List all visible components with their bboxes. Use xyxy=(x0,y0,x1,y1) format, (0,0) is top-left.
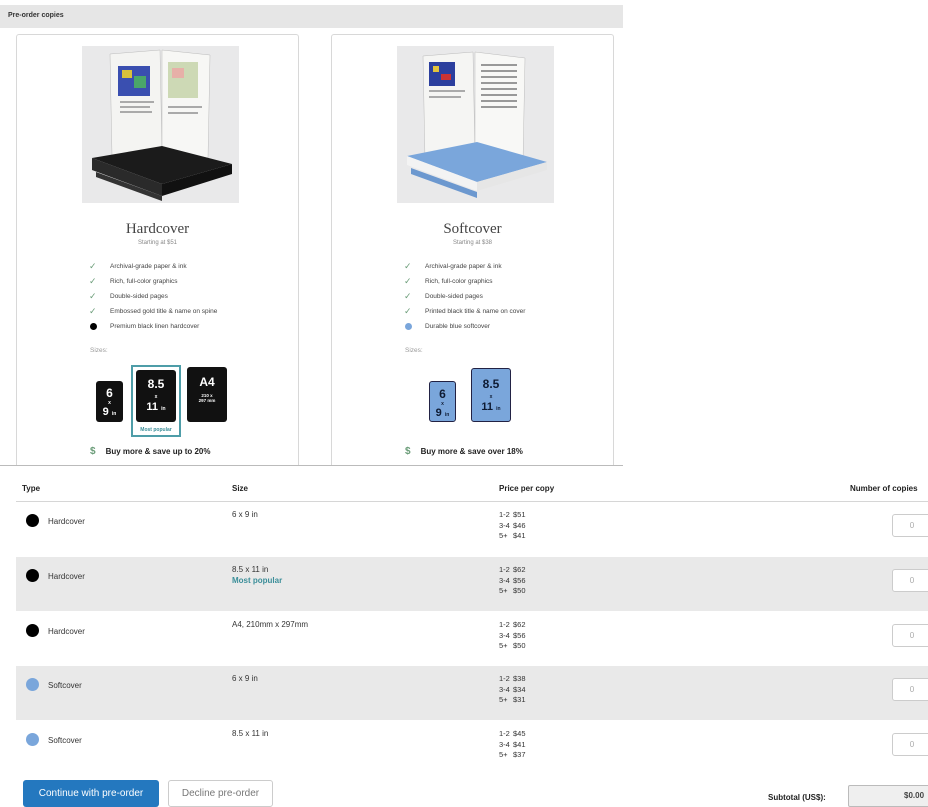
most-popular-label: Most popular xyxy=(140,427,172,433)
feature-item: ✓ Double-sided pages xyxy=(89,291,168,301)
size-8x11-most-popular: 8.5 x 11 in Most popular xyxy=(131,365,181,437)
check-icon: ✓ xyxy=(404,291,412,301)
feature-item: ✓ Embossed gold title & name on spine xyxy=(89,306,218,316)
dollar-icon: $ xyxy=(405,446,411,457)
softcover-photo xyxy=(397,46,554,203)
row-prices: 1-2 $62 3-4 $56 5+ $50 xyxy=(499,620,526,650)
row-type: Softcover xyxy=(48,736,82,745)
row-prices: 1-2 $45 3-4 $41 5+ $37 xyxy=(499,729,526,759)
check-icon: ✓ xyxy=(404,276,412,286)
check-icon: ✓ xyxy=(404,306,412,316)
table-row: Hardcover A4, 210mm x 297mm 1-2 $62 3-4 $5… xyxy=(16,612,928,666)
hardcover-dot-icon xyxy=(26,569,39,582)
hardcover-starting-price: Starting at $51 xyxy=(137,240,178,246)
feature-item: ✓ Archival-grade paper & ink xyxy=(404,261,502,271)
black-dot-icon xyxy=(90,323,97,330)
subtotal-label: Subtotal (US$): xyxy=(768,793,826,802)
check-icon: ✓ xyxy=(404,261,412,271)
row-type: Softcover xyxy=(48,681,82,690)
softcover-card: Softcover Starting at $38 ✓ Archival-grad… xyxy=(331,34,614,466)
softcover-sizes-label: Sizes: xyxy=(405,347,423,354)
section-divider xyxy=(0,465,623,466)
softcover-save-note: $ Buy more & save over 18% xyxy=(405,446,523,457)
quantity-input[interactable]: 0 xyxy=(892,624,928,647)
column-header-copies: Number of copies xyxy=(850,484,918,493)
decline-preorder-button[interactable]: Decline pre-order xyxy=(168,780,273,807)
softcover-dot-icon xyxy=(26,733,39,746)
table-row: Hardcover 8.5 x 11 in Most popular 1-2 $6… xyxy=(16,557,928,611)
hardcover-title: Hardcover xyxy=(125,221,190,237)
size-8x11-book-icon: 8.5 x 11 in xyxy=(471,368,511,422)
row-type: Hardcover xyxy=(48,627,85,636)
preorder-header: Pre-order copies xyxy=(0,5,623,28)
quantity-input[interactable]: 0 xyxy=(892,678,928,701)
continue-preorder-button[interactable]: Continue with pre-order xyxy=(23,780,159,807)
row-size: 6 x 9 in xyxy=(232,510,258,519)
size-8x11-book-icon: 8.5 x 11 in xyxy=(136,370,176,422)
softcover-title: Softcover xyxy=(443,221,502,237)
size-a4-book-icon: A4 210 x 297 mm xyxy=(187,367,227,422)
row-type: Hardcover xyxy=(48,572,85,581)
hardcover-feature-list: ✓ Archival-grade paper & ink ✓ Rich, full-… xyxy=(89,261,218,338)
feature-item: Premium black linen hardcover xyxy=(89,323,217,338)
quantity-input[interactable]: 0 xyxy=(892,514,928,537)
check-icon: ✓ xyxy=(89,276,97,286)
table-row: Softcover 8.5 x 11 in 1-2 $45 3-4 $41 5+ $3… xyxy=(16,721,928,775)
row-size: A4, 210mm x 297mm xyxy=(232,620,309,629)
quantity-input[interactable]: 0 xyxy=(892,733,928,756)
column-header-type: Type xyxy=(22,484,41,493)
feature-item: ✓ Double-sided pages xyxy=(404,291,483,301)
size-6x9-book-icon: 6 x 9 in xyxy=(96,381,123,422)
hardcover-sizes-label: Sizes: xyxy=(90,347,108,354)
feature-item: ✓ Printed black title & name on cover xyxy=(404,306,526,316)
subtotal-field: $0.00 xyxy=(848,785,928,807)
row-size: 8.5 x 11 in xyxy=(232,729,269,738)
check-icon: ✓ xyxy=(89,306,97,316)
row-prices: 1-2 $62 3-4 $56 5+ $50 xyxy=(499,565,526,595)
most-popular-label: Most popular xyxy=(232,576,283,585)
softcover-starting-price: Starting at $38 xyxy=(452,240,493,246)
blue-dot-icon xyxy=(405,323,412,330)
column-header-size: Size xyxy=(232,484,249,493)
check-icon: ✓ xyxy=(89,291,97,301)
row-prices: 1-2 $51 3-4 $46 5+ $41 xyxy=(499,510,526,540)
hardcover-photo xyxy=(82,46,239,203)
quantity-input[interactable]: 0 xyxy=(892,569,928,592)
row-prices: 1-2 $38 3-4 $34 5+ $31 xyxy=(499,674,526,704)
feature-item: ✓ Archival-grade paper & ink xyxy=(89,261,187,271)
feature-item: ✓ Rich, full-color graphics xyxy=(404,276,493,286)
column-header-price: Price per copy xyxy=(499,484,555,493)
softcover-dot-icon xyxy=(26,678,39,691)
preorder-header-title: Pre-order copies xyxy=(8,12,64,19)
row-size: 8.5 x 11 in xyxy=(232,565,269,574)
dollar-icon: $ xyxy=(90,446,96,457)
hardcover-dot-icon xyxy=(26,514,39,527)
hardcover-card: Hardcover Starting at $51 ✓ Archival-grad… xyxy=(16,34,299,466)
size-6x9-book-icon: 6 x 9 in xyxy=(429,381,456,422)
table-row: Softcover 6 x 9 in 1-2 $38 3-4 $34 5+ $31 0 xyxy=(16,666,928,720)
softcover-feature-list: ✓ Archival-grade paper & ink ✓ Rich, full-… xyxy=(404,261,526,338)
feature-item: Durable blue softcover xyxy=(404,323,525,338)
row-type: Hardcover xyxy=(48,517,85,526)
check-icon: ✓ xyxy=(89,261,97,271)
feature-item: ✓ Rich, full-color graphics xyxy=(89,276,178,286)
table-row: Hardcover 6 x 9 in 1-2 $51 3-4 $46 5+ $41 0 xyxy=(16,502,928,556)
hardcover-dot-icon xyxy=(26,624,39,637)
hardcover-save-note: $ Buy more & save up to 20% xyxy=(90,446,211,457)
row-size: 6 x 9 in xyxy=(232,674,258,683)
